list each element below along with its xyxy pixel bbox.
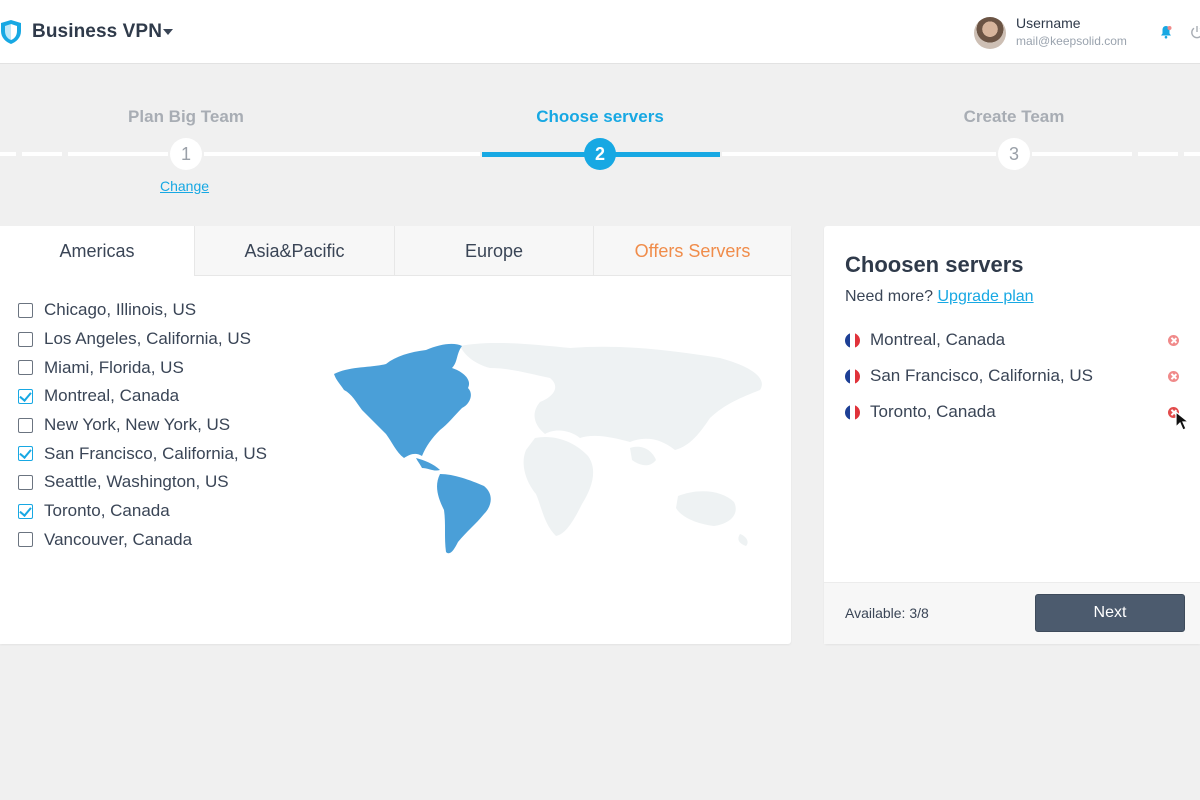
chosen-server-label: Toronto, Canada bbox=[870, 402, 996, 421]
checkbox[interactable] bbox=[18, 302, 33, 318]
server-option[interactable]: Vancouver, Canada bbox=[18, 526, 267, 555]
panel-footer: Available: 3/8 Next bbox=[824, 582, 1200, 644]
step-2-label: Choose servers bbox=[536, 107, 664, 126]
region-tabs: Americas Asia&Pacific Europe Offers Serv… bbox=[0, 226, 791, 276]
checkbox-checked[interactable] bbox=[18, 388, 33, 404]
server-option[interactable]: Montreal, Canada bbox=[18, 382, 267, 411]
map-americas-highlight bbox=[334, 343, 491, 554]
mouse-pointer-icon bbox=[1175, 410, 1191, 431]
checkbox[interactable] bbox=[18, 532, 33, 548]
server-label: Los Angeles, California, US bbox=[44, 329, 251, 349]
flag-icon bbox=[845, 333, 860, 348]
upgrade-plan-link[interactable]: Upgrade plan bbox=[938, 288, 1034, 305]
checkbox-checked[interactable] bbox=[18, 446, 33, 462]
server-option[interactable]: Miami, Florida, US bbox=[18, 353, 267, 382]
checkbox[interactable] bbox=[18, 417, 33, 433]
server-option[interactable]: Toronto, Canada bbox=[18, 497, 267, 526]
remove-icon[interactable] bbox=[1168, 335, 1179, 346]
flag-icon bbox=[845, 369, 860, 384]
chosen-server-label: Montreal, Canada bbox=[870, 330, 1006, 349]
server-label: Toronto, Canada bbox=[44, 501, 170, 521]
track-segment bbox=[1138, 152, 1178, 156]
server-label: New York, New York, US bbox=[44, 415, 231, 435]
tab-europe[interactable]: Europe bbox=[394, 226, 593, 276]
checkbox[interactable] bbox=[18, 331, 33, 347]
chosen-server-item: San Francisco, California, US bbox=[845, 365, 1185, 389]
user-email: mail@keepsolid.com bbox=[1016, 34, 1127, 48]
server-label: Montreal, Canada bbox=[44, 386, 180, 406]
chosen-server-item: Montreal, Canada bbox=[845, 329, 1185, 353]
need-more-text: Need more? bbox=[845, 288, 934, 305]
upgrade-hint: Need more? Upgrade plan bbox=[845, 288, 1034, 306]
chevron-down-icon[interactable] bbox=[163, 29, 173, 35]
avatar[interactable] bbox=[974, 17, 1006, 49]
server-option[interactable]: Seattle, Washington, US bbox=[18, 468, 267, 497]
step-1-number: 1 bbox=[170, 138, 202, 170]
step-3-number: 3 bbox=[998, 138, 1030, 170]
user-name[interactable]: Username bbox=[1016, 15, 1081, 31]
track-segment bbox=[68, 152, 168, 156]
map-other-continents bbox=[460, 342, 762, 546]
tab-americas[interactable]: Americas bbox=[0, 226, 194, 276]
server-option[interactable]: New York, New York, US bbox=[18, 411, 267, 440]
server-label: Seattle, Washington, US bbox=[44, 472, 229, 492]
top-bar: Business VPN Username mail@keepsolid.com bbox=[0, 0, 1200, 64]
bell-icon[interactable] bbox=[1160, 25, 1172, 39]
server-label: San Francisco, California, US bbox=[44, 443, 267, 463]
available-count: Available: 3/8 bbox=[845, 605, 929, 621]
next-button[interactable]: Next bbox=[1035, 594, 1185, 632]
server-list: Chicago, Illinois, US Los Angeles, Calif… bbox=[18, 296, 267, 554]
chosen-servers-panel: Choosen servers Need more? Upgrade plan … bbox=[824, 226, 1200, 644]
checkbox-checked[interactable] bbox=[18, 503, 33, 519]
checkbox[interactable] bbox=[18, 474, 33, 490]
server-option[interactable]: Los Angeles, California, US bbox=[18, 325, 267, 354]
server-option[interactable]: Chicago, Illinois, US bbox=[18, 296, 267, 325]
track-segment bbox=[22, 152, 62, 156]
track-segment bbox=[722, 152, 996, 156]
server-label: Miami, Florida, US bbox=[44, 357, 184, 377]
step-1-label: Plan Big Team bbox=[128, 107, 244, 126]
product-name[interactable]: Business VPN bbox=[32, 21, 162, 43]
tab-offers-servers[interactable]: Offers Servers bbox=[593, 226, 791, 276]
step-2-number: 2 bbox=[584, 138, 616, 170]
shield-logo-icon bbox=[1, 20, 21, 44]
chosen-server-item: Toronto, Canada bbox=[845, 401, 1185, 425]
remove-icon[interactable] bbox=[1168, 371, 1179, 382]
power-icon[interactable] bbox=[1190, 25, 1200, 39]
track-segment bbox=[204, 152, 480, 156]
world-map bbox=[334, 342, 762, 554]
server-option[interactable]: San Francisco, California, US bbox=[18, 439, 267, 468]
tab-asia-pacific[interactable]: Asia&Pacific bbox=[194, 226, 394, 276]
track-segment bbox=[1184, 152, 1200, 156]
panel-title: Choosen servers bbox=[845, 252, 1024, 277]
flag-icon bbox=[845, 405, 860, 420]
server-selection-panel: Americas Asia&Pacific Europe Offers Serv… bbox=[0, 226, 791, 644]
track-segment bbox=[0, 152, 16, 156]
track-segment bbox=[1032, 152, 1132, 156]
server-label: Chicago, Illinois, US bbox=[44, 300, 197, 320]
step-3-label: Create Team bbox=[963, 107, 1065, 126]
checkbox[interactable] bbox=[18, 360, 33, 376]
change-plan-link[interactable]: Change bbox=[160, 178, 209, 194]
server-label: Vancouver, Canada bbox=[44, 529, 193, 549]
chosen-server-label: San Francisco, California, US bbox=[870, 366, 1093, 385]
